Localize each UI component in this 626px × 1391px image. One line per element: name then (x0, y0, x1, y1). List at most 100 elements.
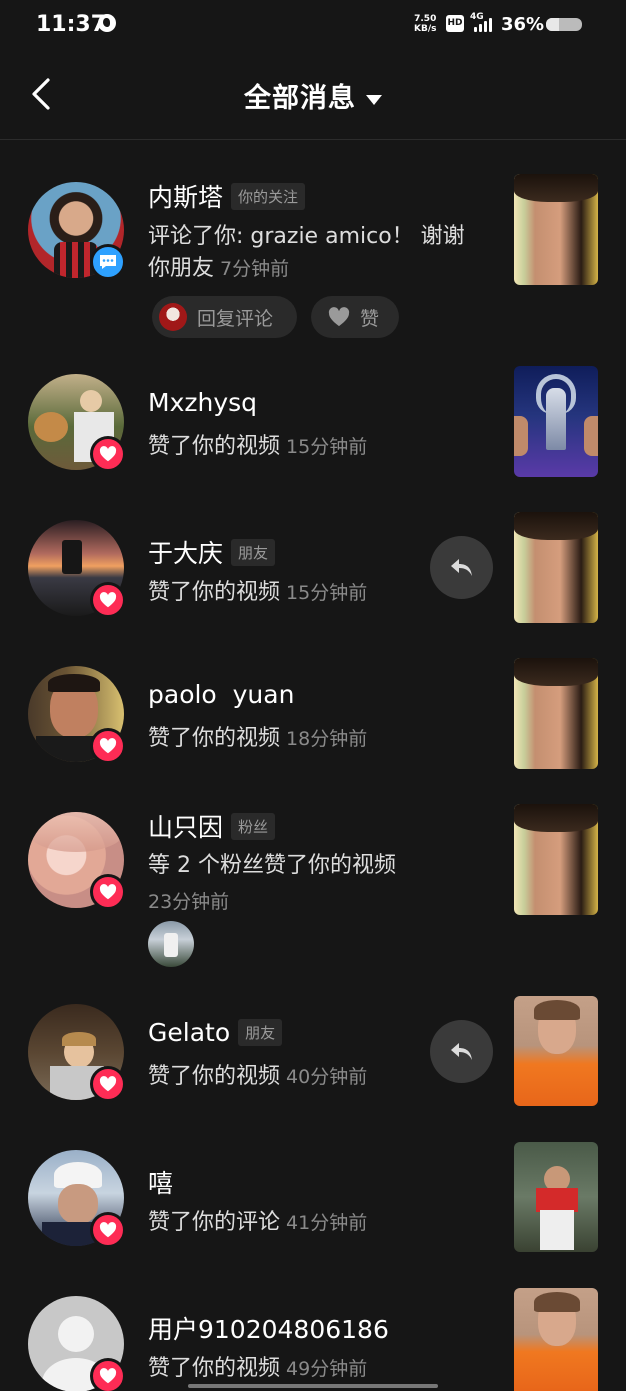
message-filter-dropdown[interactable]: 全部消息 (0, 76, 626, 115)
signal-icon: 4G (470, 12, 496, 34)
name-row: 用户910204806186 (148, 1310, 389, 1346)
activity-text: 赞了你的视频 15分钟前 (148, 577, 367, 609)
heart-badge-icon (90, 874, 126, 910)
user-name[interactable]: paolo yuan (148, 680, 294, 709)
heart-badge-icon (90, 728, 126, 764)
user-name[interactable]: Mxzhysq (148, 388, 257, 417)
activity-text: 赞了你的视频 40分钟前 (148, 1061, 367, 1093)
activity-text: 赞了你的视频 15分钟前 (148, 431, 367, 463)
comment-text-line: 评论了你: grazie amico！ 谢谢 (148, 224, 465, 249)
user-name[interactable]: Gelato (148, 1018, 230, 1047)
relation-tag: 朋友 (238, 1019, 283, 1046)
relation-tag: 你的关注 (231, 182, 306, 210)
heart-badge-icon (90, 436, 126, 472)
name-row: 山只因 粉丝 (148, 808, 276, 844)
timestamp: 40分钟前 (286, 1066, 368, 1088)
activity-description: 等 2 个粉丝赞了你的视频 (148, 853, 396, 878)
reply-avatar-icon (159, 303, 187, 331)
hd-icon: HD (446, 15, 464, 32)
relation-tag: 朋友 (231, 538, 276, 566)
video-thumbnail[interactable] (514, 1288, 598, 1391)
video-thumbnail[interactable] (514, 174, 598, 285)
battery-icon (546, 18, 582, 31)
timestamp: 15分钟前 (286, 436, 368, 458)
notification-item[interactable]: Gelato 朋友 赞了你的视频 40分钟前 (0, 988, 626, 1134)
video-thumbnail[interactable] (514, 1142, 598, 1252)
video-thumbnail[interactable] (514, 366, 598, 477)
signal-bar (484, 21, 487, 32)
user-name[interactable]: 山只因 (148, 808, 223, 844)
notification-item[interactable]: 用户910204806186 赞了你的视频 49分钟前 (0, 1280, 626, 1391)
notification-item[interactable]: Mxzhysq 赞了你的视频 15分钟前 (0, 362, 626, 508)
timestamp: 49分钟前 (286, 1358, 368, 1380)
like-comment-button[interactable]: 赞 (311, 296, 399, 338)
top-nav: 全部消息 (0, 52, 626, 140)
reply-arrow-icon (450, 558, 472, 576)
activity-description: 赞了你的视频 (148, 434, 281, 459)
user-name[interactable]: 于大庆 (148, 534, 223, 570)
battery-percent: 36% (501, 14, 545, 35)
status-bar: 11:37 7.50 KB/s HD 4G 36% (0, 0, 626, 52)
name-row: 内斯塔 你的关注 (148, 178, 306, 214)
activity-text: 赞了你的评论 41分钟前 (148, 1207, 367, 1239)
name-row: 嘻 (148, 1164, 173, 1200)
name-row: Mxzhysq (148, 388, 257, 417)
timestamp: 23分钟前 (148, 891, 230, 913)
timestamp: 41分钟前 (286, 1212, 368, 1234)
name-row: paolo yuan (148, 680, 294, 709)
notification-item[interactable]: paolo yuan 赞了你的视频 18分钟前 (0, 654, 626, 800)
network-speed-unit: KB/s (414, 24, 437, 34)
name-row: Gelato 朋友 (148, 1018, 283, 1047)
activity-description: 赞了你的视频 (148, 1064, 281, 1089)
network-type: 4G (470, 12, 484, 22)
activity-description: 赞了你的视频 (148, 1356, 281, 1381)
user-name[interactable]: 内斯塔 (148, 178, 223, 214)
user-name[interactable]: 用户910204806186 (148, 1310, 389, 1346)
heart-badge-icon (90, 1066, 126, 1102)
notification-item[interactable]: 于大庆 朋友 赞了你的视频 15分钟前 (0, 508, 626, 654)
heart-badge-icon (90, 1358, 126, 1391)
name-row: 于大庆 朋友 (148, 534, 276, 570)
reply-comment-button[interactable]: 回复评论 (152, 296, 297, 338)
signal-bar (479, 24, 482, 32)
reply-button[interactable] (430, 1020, 493, 1083)
relation-tag: 粉丝 (231, 812, 276, 840)
activity-description: 赞了你的评论 (148, 1210, 281, 1235)
activity-description: 赞了你的视频 (148, 580, 281, 605)
status-time: 11:37 (36, 12, 107, 37)
comment-badge-icon (90, 244, 126, 280)
network-speed: 7.50 KB/s (414, 14, 436, 34)
home-indicator[interactable] (188, 1384, 438, 1388)
user-name[interactable]: 嘻 (148, 1164, 173, 1200)
network-speed-value: 7.50 (414, 14, 437, 24)
heart-icon (328, 307, 350, 327)
caret-down-icon (366, 94, 382, 105)
video-thumbnail[interactable] (514, 996, 598, 1106)
notification-item[interactable]: 山只因 粉丝 等 2 个粉丝赞了你的视频 23分钟前 (0, 800, 626, 988)
signal-bar (474, 27, 477, 32)
comment-text: 评论了你: grazie amico！ 谢谢 你朋友 7分钟前 (148, 221, 465, 285)
reply-arrow-icon (450, 1042, 472, 1060)
heart-badge-icon (90, 1212, 126, 1248)
video-thumbnail[interactable] (514, 804, 598, 915)
notification-item[interactable]: 嘻 赞了你的评论 41分钟前 (0, 1134, 626, 1280)
timestamp: 18分钟前 (286, 728, 368, 750)
notification-item[interactable]: 内斯塔 你的关注 评论了你: grazie amico！ 谢谢 你朋友 7分钟前 … (0, 140, 626, 362)
fan-avatar[interactable] (148, 921, 194, 967)
activity-text: 赞了你的视频 49分钟前 (148, 1353, 367, 1385)
activity-text: 赞了你的视频 18分钟前 (148, 723, 367, 755)
notifications-screen: 11:37 7.50 KB/s HD 4G 36% 全部消息 内斯塔 你的关注 … (0, 0, 626, 1391)
reply-comment-label: 回复评论 (197, 307, 274, 330)
battery-fill (546, 18, 559, 31)
video-thumbnail[interactable] (514, 658, 598, 769)
reply-button[interactable] (430, 536, 493, 599)
signal-bar (489, 18, 492, 32)
globe-icon (98, 14, 116, 32)
video-thumbnail[interactable] (514, 512, 598, 623)
page-title: 全部消息 (244, 83, 356, 114)
comment-text-line: 你朋友 (148, 256, 215, 281)
heart-badge-icon (90, 582, 126, 618)
activity-description: 赞了你的视频 (148, 726, 281, 751)
timestamp: 7分钟前 (220, 258, 290, 280)
like-label: 赞 (360, 307, 380, 330)
